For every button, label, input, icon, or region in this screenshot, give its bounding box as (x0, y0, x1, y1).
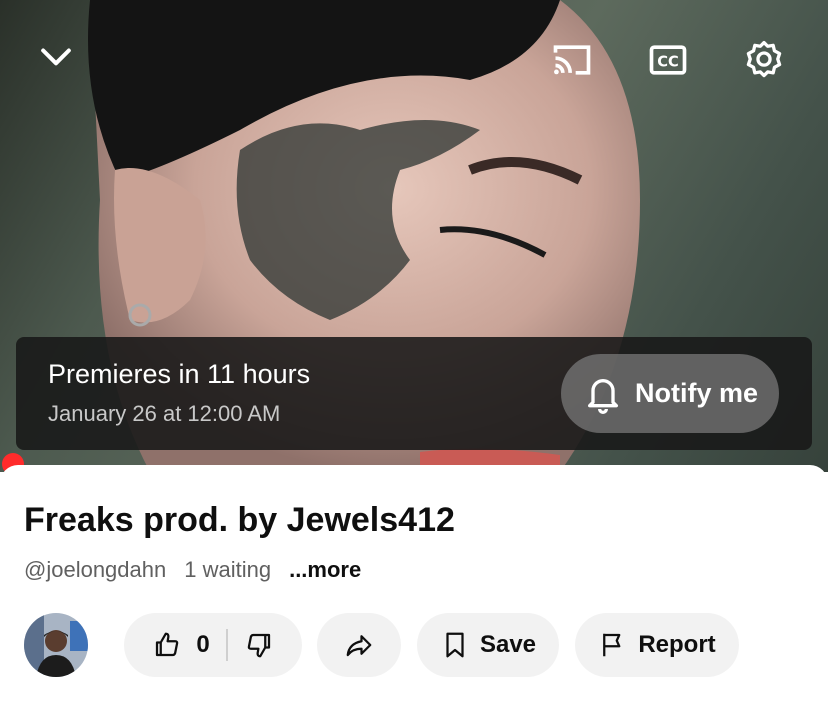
avatar-image (24, 613, 88, 677)
video-details-panel: Freaks prod. by Jewels412 @joelongdahn 1… (0, 465, 828, 703)
svg-text:CC: CC (657, 53, 679, 70)
cc-icon: CC (649, 45, 687, 75)
thumbs-up-icon (156, 632, 179, 657)
notify-me-label: Notify me (635, 378, 759, 408)
thumbs-down-icon (247, 633, 270, 658)
flag-icon (603, 633, 621, 657)
like-dislike-group: 0 (124, 613, 302, 677)
premiere-date: January 26 at 12:00 AM (48, 401, 281, 426)
share-button[interactable] (317, 613, 401, 677)
channel-avatar[interactable] (24, 613, 88, 677)
video-title: Freaks prod. by Jewels412 (24, 501, 455, 539)
like-button[interactable]: 0 (152, 630, 210, 660)
premiere-title: Premieres in 11 hours (48, 359, 311, 389)
save-button[interactable]: Save (417, 613, 559, 677)
waiting-count: 1 waiting (184, 557, 272, 582)
video-meta-row: @joelongdahn 1 waiting ...more (24, 557, 361, 583)
notify-me-button[interactable]: Notify me (561, 354, 779, 433)
gear-icon (746, 40, 782, 78)
chevron-down-icon (41, 48, 71, 66)
share-icon (346, 635, 372, 657)
cast-button[interactable] (544, 32, 600, 88)
like-count: 0 (196, 631, 210, 658)
minimize-button[interactable] (28, 28, 84, 84)
more-button[interactable]: ...more (289, 557, 361, 583)
premiere-banner: Premieres in 11 hours January 26 at 12:0… (16, 337, 812, 450)
video-player[interactable]: CC Premieres in 11 hours January 26 at 1… (0, 0, 828, 472)
captions-button[interactable]: CC (640, 32, 696, 88)
report-button[interactable]: Report (575, 613, 739, 677)
cast-icon (553, 45, 591, 75)
like-divider (225, 629, 228, 661)
bell-icon (588, 378, 618, 414)
report-label: Report (638, 631, 716, 658)
save-label: Save (479, 631, 537, 658)
settings-button[interactable] (736, 32, 792, 88)
dislike-button[interactable] (244, 630, 274, 660)
bookmark-icon (446, 632, 464, 658)
channel-handle[interactable]: @joelongdahn (24, 557, 166, 583)
